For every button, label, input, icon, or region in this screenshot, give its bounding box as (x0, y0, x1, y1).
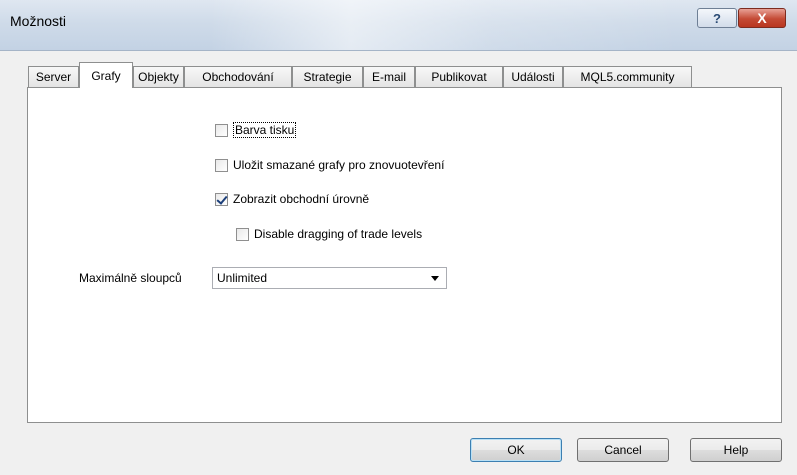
ok-button[interactable]: OK (470, 438, 562, 462)
save-deleted-charts-checkbox[interactable] (215, 158, 228, 172)
disable-dragging-label: Disable dragging of trade levels (254, 227, 423, 241)
show-trade-levels-option[interactable]: Zobrazit obchodní úrovně (215, 192, 369, 206)
chevron-down-icon[interactable] (431, 276, 439, 281)
tab-server[interactable]: Server (28, 66, 79, 87)
tab-strategie[interactable]: Strategie (292, 66, 363, 87)
save-deleted-charts-option[interactable]: Uložit smazané grafy pro znovuotevření (215, 158, 444, 172)
window-title: Možnosti (10, 13, 67, 29)
disable-dragging-checkbox[interactable] (236, 227, 249, 241)
tab-obchodovani[interactable]: Obchodování (184, 66, 292, 87)
show-trade-levels-label: Zobrazit obchodní úrovně (233, 192, 370, 206)
help-button[interactable]: Help (690, 438, 782, 462)
tab-udalosti[interactable]: Události (503, 66, 563, 87)
help-icon[interactable]: ? (697, 8, 737, 28)
title-bar[interactable]: Možnosti ? X (0, 0, 797, 51)
tab-objekty[interactable]: Objekty (133, 66, 184, 87)
tab-mql5-community[interactable]: MQL5.community (563, 66, 692, 87)
grafy-panel (27, 87, 782, 423)
print-color-label: Barva tisku (233, 122, 297, 138)
title-bar-glow (210, 0, 680, 50)
max-bars-value: Unlimited (217, 271, 268, 285)
cancel-button[interactable]: Cancel (577, 438, 669, 462)
show-trade-levels-checkbox[interactable] (215, 192, 228, 206)
options-dialog: Možnosti ? X Server Grafy Objekty Obchod… (0, 0, 797, 475)
print-color-checkbox[interactable] (215, 123, 228, 137)
save-deleted-charts-label: Uložit smazané grafy pro znovuotevření (233, 158, 445, 172)
tab-email[interactable]: E-mail (363, 66, 415, 87)
close-icon[interactable]: X (738, 8, 786, 28)
max-bars-label: Maximálně sloupců (79, 271, 182, 285)
print-color-option[interactable]: Barva tisku (215, 122, 297, 138)
disable-dragging-option[interactable]: Disable dragging of trade levels (236, 227, 422, 241)
tab-publikovat[interactable]: Publikovat (415, 66, 503, 87)
tab-grafy[interactable]: Grafy (79, 62, 133, 88)
max-bars-select[interactable]: Unlimited (212, 267, 447, 289)
